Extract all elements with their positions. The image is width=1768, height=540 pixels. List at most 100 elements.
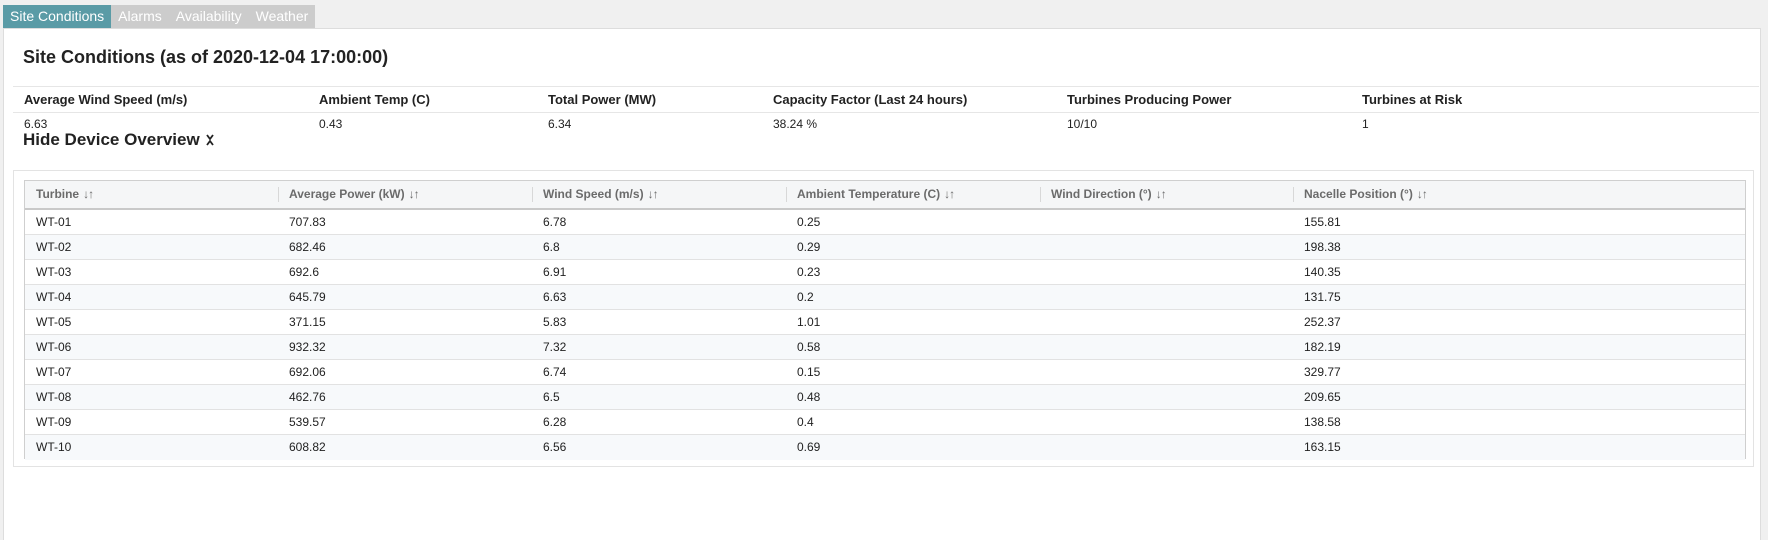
cell-average-power: 692.6 (289, 265, 320, 279)
cell-average-power: 692.06 (289, 365, 326, 379)
sort-icon[interactable]: ↓↑ (944, 187, 955, 201)
table-row[interactable]: WT-03 692.6 6.91 0.23 140.35 (25, 260, 1745, 285)
kpi-header-total-power: Total Power (MW) (548, 92, 657, 107)
column-header-wind-speed[interactable]: Wind Speed (m/s) ↓↑ (532, 181, 786, 208)
cell-wind-speed: 6.56 (543, 440, 567, 454)
table-row[interactable]: WT-08 462.76 6.5 0.48 209.65 (25, 385, 1745, 410)
cell-wind-speed: 7.32 (543, 340, 567, 354)
kpi-value-capacity-factor: 38.24 % (773, 117, 818, 131)
cell-average-power: 707.83 (289, 215, 326, 229)
tab-bar: Site Conditions Alarms Availability Weat… (3, 5, 316, 28)
cell-wind-speed: 6.63 (543, 290, 567, 304)
cell-turbine: WT-02 (36, 240, 72, 254)
sort-icon[interactable]: ↓↑ (409, 187, 420, 201)
column-header-wind-direction[interactable]: Wind Direction (°) ↓↑ (1040, 181, 1293, 208)
cell-wind-speed: 6.74 (543, 365, 567, 379)
table-row[interactable]: WT-06 932.32 7.32 0.58 182.19 (25, 335, 1745, 360)
column-divider (1293, 187, 1294, 202)
cell-ambient-temperature: 0.69 (797, 440, 821, 454)
table-header: Turbine ↓↑ Average Power (kW) ↓↑ Wind Spee… (25, 181, 1745, 210)
kpi-value-row: 6.63 0.43 6.34 38.24 % 10/10 1 (13, 113, 1759, 135)
cell-turbine: WT-09 (36, 415, 72, 429)
table-row[interactable]: WT-02 682.46 6.8 0.29 198.38 (25, 235, 1745, 260)
cell-ambient-temperature: 0.29 (797, 240, 821, 254)
cell-ambient-temperature: 0.15 (797, 365, 821, 379)
cell-wind-speed: 6.78 (543, 215, 567, 229)
cell-nacelle-position: 209.65 (1304, 390, 1341, 404)
sort-icon[interactable]: ↓↑ (648, 187, 659, 201)
cell-average-power: 462.76 (289, 390, 326, 404)
column-divider (786, 187, 787, 202)
sort-icon[interactable]: ↓↑ (1156, 187, 1167, 201)
column-header-label: Ambient Temperature (C) (797, 187, 941, 201)
column-header-nacelle-position[interactable]: Nacelle Position (°) ↓↑ (1293, 181, 1745, 208)
cell-wind-direction (1040, 435, 1051, 459)
column-header-label: Wind Speed (m/s) (543, 187, 644, 201)
cell-ambient-temperature: 0.25 (797, 215, 821, 229)
cell-nacelle-position: 252.37 (1304, 315, 1341, 329)
kpi-value-turbines-at-risk: 1 (1362, 117, 1369, 131)
cell-turbine: WT-06 (36, 340, 72, 354)
page-title: Site Conditions (as of 2020-12-04 17:00:… (23, 47, 389, 67)
kpi-header-avg-wind-speed: Average Wind Speed (m/s) (24, 92, 188, 107)
cell-nacelle-position: 138.58 (1304, 415, 1341, 429)
kpi-header-row: Average Wind Speed (m/s) Ambient Temp (C… (13, 86, 1759, 113)
column-divider (278, 187, 279, 202)
tab-weather[interactable]: Weather (248, 5, 316, 28)
device-table: Turbine ↓↑ Average Power (kW) ↓↑ Wind Spee… (24, 180, 1746, 460)
cell-average-power: 932.32 (289, 340, 326, 354)
cell-wind-direction (1040, 310, 1051, 334)
table-row[interactable]: WT-04 645.79 6.63 0.2 131.75 (25, 285, 1745, 310)
column-header-label: Average Power (kW) (289, 187, 405, 201)
sort-icon[interactable]: ↓↑ (83, 187, 94, 201)
cell-ambient-temperature: 0.4 (797, 415, 814, 429)
cell-nacelle-position: 329.77 (1304, 365, 1341, 379)
hide-device-overview-toggle[interactable]: Hide Device Overview (23, 130, 215, 150)
tab-availability[interactable]: Availability (168, 5, 249, 28)
tab-site-conditions[interactable]: Site Conditions (3, 5, 112, 28)
table-row[interactable]: WT-10 608.82 6.56 0.69 163.15 (25, 435, 1745, 460)
kpi-header-ambient-temp: Ambient Temp (C) (319, 92, 430, 107)
cell-wind-direction (1040, 360, 1051, 384)
cell-turbine: WT-07 (36, 365, 72, 379)
cell-nacelle-position: 182.19 (1304, 340, 1341, 354)
column-header-label: Nacelle Position (°) (1304, 187, 1413, 201)
cell-average-power: 645.79 (289, 290, 326, 304)
cell-turbine: WT-10 (36, 440, 72, 454)
column-header-label: Wind Direction (°) (1051, 187, 1152, 201)
double-chevron-collapse-icon[interactable] (205, 132, 215, 148)
site-conditions-panel: Site Conditions (as of 2020-12-04 17:00:… (3, 28, 1761, 540)
cell-wind-direction (1040, 335, 1051, 359)
cell-ambient-temperature: 1.01 (797, 315, 821, 329)
table-row[interactable]: WT-05 371.15 5.83 1.01 252.37 (25, 310, 1745, 335)
cell-ambient-temperature: 0.58 (797, 340, 821, 354)
cell-nacelle-position: 155.81 (1304, 215, 1341, 229)
kpi-header-turbines-at-risk: Turbines at Risk (1362, 92, 1463, 107)
sort-icon[interactable]: ↓↑ (1417, 187, 1428, 201)
cell-turbine: WT-03 (36, 265, 72, 279)
column-header-ambient-temperature[interactable]: Ambient Temperature (C) ↓↑ (786, 181, 1040, 208)
cell-wind-speed: 6.5 (543, 390, 560, 404)
kpi-summary: Average Wind Speed (m/s) Ambient Temp (C… (13, 86, 1759, 135)
cell-average-power: 539.57 (289, 415, 326, 429)
device-overview-card: Turbine ↓↑ Average Power (kW) ↓↑ Wind Spee… (13, 170, 1754, 467)
cell-ambient-temperature: 0.2 (797, 290, 814, 304)
table-row[interactable]: WT-01 707.83 6.78 0.25 155.81 (25, 210, 1745, 235)
column-divider (532, 187, 533, 202)
cell-wind-speed: 5.83 (543, 315, 567, 329)
column-divider (1040, 187, 1041, 202)
cell-turbine: WT-05 (36, 315, 72, 329)
column-header-average-power[interactable]: Average Power (kW) ↓↑ (278, 181, 532, 208)
cell-average-power: 608.82 (289, 440, 326, 454)
cell-wind-speed: 6.91 (543, 265, 567, 279)
cell-ambient-temperature: 0.48 (797, 390, 821, 404)
cell-nacelle-position: 131.75 (1304, 290, 1341, 304)
cell-average-power: 371.15 (289, 315, 326, 329)
table-row[interactable]: WT-07 692.06 6.74 0.15 329.77 (25, 360, 1745, 385)
table-row[interactable]: WT-09 539.57 6.28 0.4 138.58 (25, 410, 1745, 435)
cell-wind-speed: 6.8 (543, 240, 560, 254)
column-header-turbine[interactable]: Turbine ↓↑ (25, 181, 278, 208)
cell-turbine: WT-01 (36, 215, 72, 229)
tab-alarms[interactable]: Alarms (111, 5, 169, 28)
cell-wind-direction (1040, 410, 1051, 434)
